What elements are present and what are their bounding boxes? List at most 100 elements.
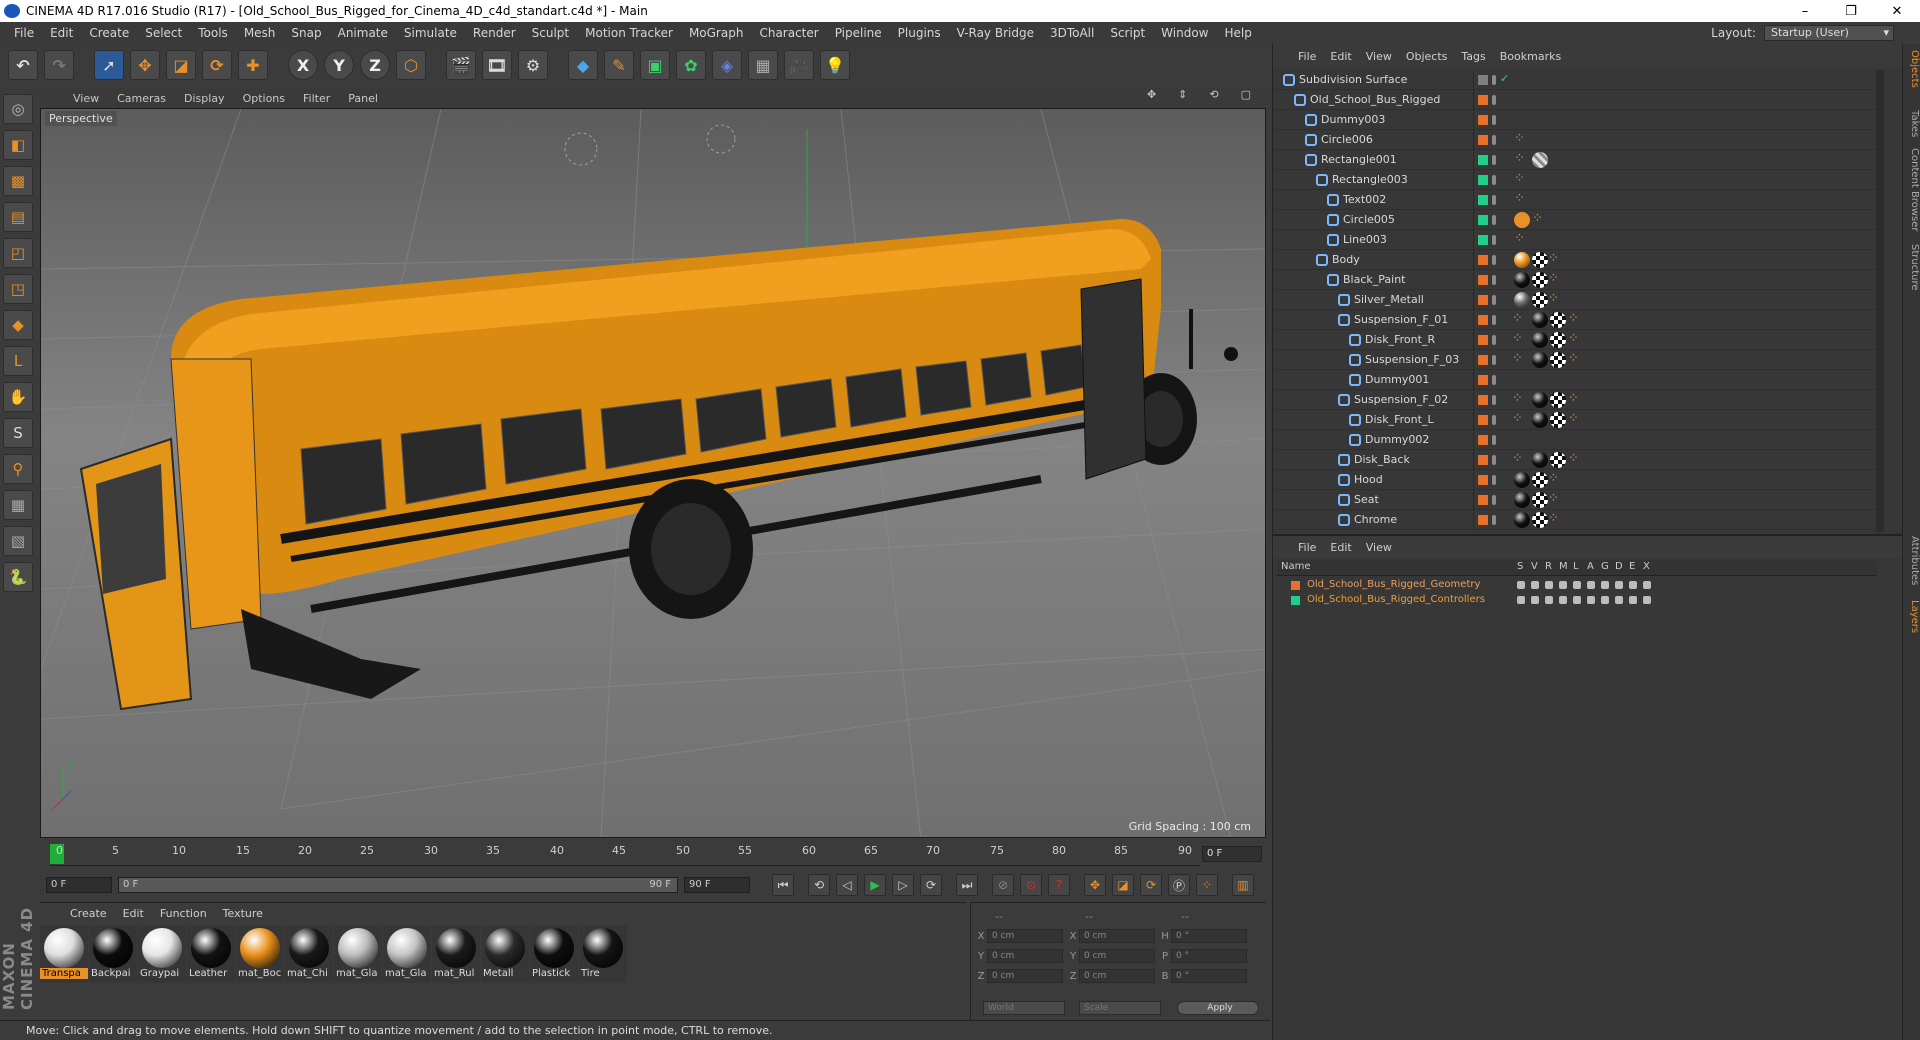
- perspective-viewport[interactable]: Perspective y Grid Spacing : 100 cm: [40, 108, 1266, 838]
- material-swatch[interactable]: mat_Chi: [285, 925, 333, 983]
- object-row[interactable]: Circle005 ⁘: [1273, 210, 1885, 230]
- viewport-zoom-icon[interactable]: ⇕: [1169, 88, 1196, 101]
- objects-menu-bookmarks[interactable]: Bookmarks: [1493, 50, 1568, 63]
- start-frame-field[interactable]: 0 F: [46, 877, 112, 893]
- layer-color-chip[interactable]: [1291, 581, 1300, 590]
- layer-flag-toggle-icon[interactable]: [1545, 581, 1553, 589]
- viewport-move-icon[interactable]: ✥: [1138, 88, 1165, 101]
- make-editable-icon[interactable]: ◎: [3, 94, 33, 124]
- protection-tag-icon[interactable]: ⁘: [1512, 391, 1523, 406]
- material-swatch[interactable]: mat_Gla: [334, 925, 382, 983]
- cloner-icon[interactable]: ✿: [676, 50, 706, 80]
- key-rotation-icon[interactable]: ⟳: [1140, 874, 1162, 896]
- material-tag-icon[interactable]: [1514, 272, 1530, 288]
- layer-flag-toggle-icon[interactable]: [1517, 596, 1525, 604]
- key-scale-icon[interactable]: ◪: [1112, 874, 1134, 896]
- menu-mograph[interactable]: MoGraph: [681, 26, 752, 40]
- menu-plugins[interactable]: Plugins: [890, 26, 949, 40]
- material-menu-edit[interactable]: Edit: [115, 907, 152, 920]
- texture-mode-icon[interactable]: ▩: [3, 166, 33, 196]
- menu-vray-bridge[interactable]: V-Ray Bridge: [949, 26, 1042, 40]
- layer-color-chip[interactable]: [1478, 455, 1488, 465]
- object-row[interactable]: Disk_Back ⁘ ⁘: [1273, 450, 1885, 470]
- object-row[interactable]: Silver_Metall ⁘: [1273, 290, 1885, 310]
- current-frame-field[interactable]: 0 F: [1202, 846, 1262, 862]
- material-menu-function[interactable]: Function: [152, 907, 215, 920]
- layer-flag-toggle-icon[interactable]: [1629, 596, 1637, 604]
- viewport-menu-view[interactable]: View: [64, 92, 108, 105]
- material-swatch[interactable]: Leather: [187, 925, 235, 983]
- menu-motion-tracker[interactable]: Motion Tracker: [577, 26, 681, 40]
- next-frame-icon[interactable]: ▷: [892, 874, 914, 896]
- layer-color-chip[interactable]: [1478, 495, 1488, 505]
- layer-color-chip[interactable]: [1478, 175, 1488, 185]
- apply-button[interactable]: Apply: [1177, 1001, 1259, 1015]
- visibility-dots-icon[interactable]: [1492, 455, 1496, 465]
- layer-color-chip[interactable]: [1478, 415, 1488, 425]
- menu-create[interactable]: Create: [81, 26, 137, 40]
- protection-tag-icon[interactable]: ⁘: [1512, 411, 1523, 426]
- subdivision-surface-icon[interactable]: ▣: [640, 50, 670, 80]
- layer-color-chip[interactable]: [1478, 315, 1488, 325]
- tab-attributes[interactable]: Attributes: [1904, 536, 1920, 585]
- visibility-dots-icon[interactable]: [1492, 255, 1496, 265]
- workplane-mode-icon[interactable]: ▤: [3, 202, 33, 232]
- axis-mode-icon[interactable]: L: [3, 346, 33, 376]
- layer-row[interactable]: Old_School_Bus_Rigged_Geometry: [1277, 578, 1877, 593]
- object-row[interactable]: Suspension_F_03 ⁘ ⁘: [1273, 350, 1885, 370]
- object-row[interactable]: Dummy001: [1273, 370, 1885, 390]
- objects-menu-edit[interactable]: Edit: [1323, 50, 1358, 63]
- material-tag-icon[interactable]: [1514, 512, 1530, 528]
- menu-script[interactable]: Script: [1102, 26, 1153, 40]
- preview-range-slider[interactable]: 0 F 90 F: [118, 877, 678, 893]
- objects-menu-tags[interactable]: Tags: [1454, 50, 1492, 63]
- menu-animate[interactable]: Animate: [330, 26, 396, 40]
- key-position-icon[interactable]: ✥: [1084, 874, 1106, 896]
- menu-file[interactable]: File: [6, 26, 42, 40]
- timeline[interactable]: 0 5 10 15 20 25 30 35 40 45 50 55 60 65 …: [40, 842, 1266, 870]
- layers-menu-file[interactable]: File: [1291, 541, 1323, 554]
- protection-tag-icon[interactable]: ⁘: [1548, 251, 1559, 266]
- visibility-dots-icon[interactable]: [1492, 495, 1496, 505]
- visibility-dots-icon[interactable]: [1492, 175, 1496, 185]
- menu-edit[interactable]: Edit: [42, 26, 81, 40]
- layer-color-chip[interactable]: [1478, 335, 1488, 345]
- coord-value-field[interactable]: 0 cm: [987, 969, 1063, 983]
- material-swatch[interactable]: Metall: [481, 925, 529, 983]
- x-axis-lock-button[interactable]: X: [288, 50, 318, 80]
- material-swatch[interactable]: Tire: [579, 925, 627, 983]
- protection-tag-icon[interactable]: ⁘: [1568, 351, 1579, 366]
- menu-window[interactable]: Window: [1153, 26, 1216, 40]
- visibility-dots-icon[interactable]: [1492, 235, 1496, 245]
- protection-tag-icon[interactable]: ⁘: [1514, 191, 1525, 206]
- points-mode-icon[interactable]: ◰: [3, 238, 33, 268]
- layer-color-chip[interactable]: [1478, 75, 1488, 85]
- visibility-dots-icon[interactable]: [1492, 115, 1496, 125]
- render-settings-icon[interactable]: ⚙: [518, 50, 548, 80]
- layer-flag-toggle-icon[interactable]: [1615, 581, 1623, 589]
- visibility-dots-icon[interactable]: [1492, 375, 1496, 385]
- layer-color-chip[interactable]: [1478, 115, 1488, 125]
- visibility-dots-icon[interactable]: [1492, 355, 1496, 365]
- spline-pen-icon[interactable]: ✎: [604, 50, 634, 80]
- protection-tag-icon[interactable]: ⁘: [1532, 211, 1543, 226]
- deformer-icon[interactable]: ◈: [712, 50, 742, 80]
- material-menu-texture[interactable]: Texture: [215, 907, 271, 920]
- uvw-tag-icon[interactable]: [1550, 352, 1566, 368]
- menu-character[interactable]: Character: [751, 26, 826, 40]
- visibility-dots-icon[interactable]: [1492, 435, 1496, 445]
- layer-color-chip[interactable]: [1478, 515, 1488, 525]
- material-swatch[interactable]: mat_Gla: [383, 925, 431, 983]
- model-mode-icon[interactable]: ◧: [3, 130, 33, 160]
- go-to-start-icon[interactable]: ⏮: [772, 874, 794, 896]
- uvw-tag-icon[interactable]: [1532, 272, 1548, 288]
- tab-structure[interactable]: Structure: [1904, 244, 1920, 291]
- uvw-tag-icon[interactable]: [1532, 472, 1548, 488]
- menu-select[interactable]: Select: [137, 26, 190, 40]
- menu-simulate[interactable]: Simulate: [396, 26, 465, 40]
- coord-value-field[interactable]: 0 cm: [1079, 949, 1155, 963]
- material-swatch[interactable]: Graypai: [138, 925, 186, 983]
- uvw-tag-icon[interactable]: [1532, 512, 1548, 528]
- material-tag-icon[interactable]: [1532, 412, 1548, 428]
- move-tool-icon[interactable]: ✥: [130, 50, 160, 80]
